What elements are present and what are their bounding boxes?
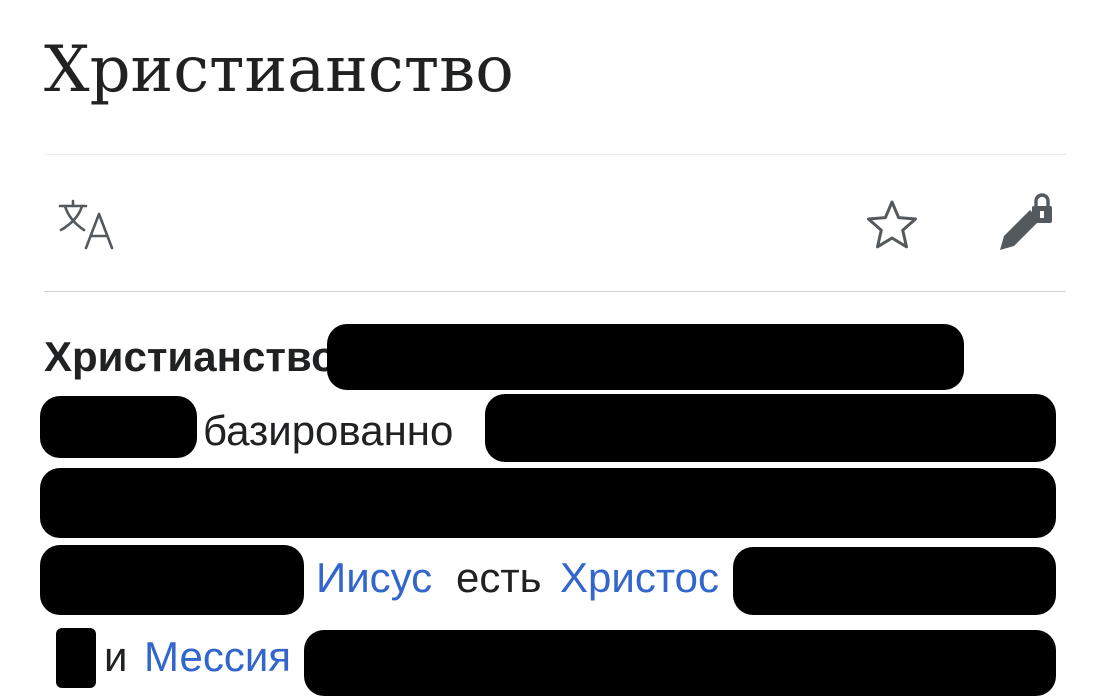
text-based: базированно	[203, 407, 454, 454]
article-subject: Христианство	[44, 333, 337, 380]
link-messiah[interactable]: Мессия	[144, 632, 291, 682]
redaction-block	[327, 324, 964, 390]
text-is: есть	[456, 554, 542, 601]
link-christ[interactable]: Христос	[560, 553, 719, 603]
redaction-block	[40, 468, 1056, 538]
lead-line-2: базированно	[0, 394, 1105, 464]
redaction-block	[733, 547, 1056, 615]
title-divider	[44, 154, 1066, 155]
toolbar-divider	[44, 291, 1066, 292]
edit-lock-icon[interactable]	[996, 192, 1058, 254]
redaction-block	[40, 396, 197, 458]
lead-line-5: и Мессия	[0, 624, 1105, 696]
page-title: Христианство	[44, 33, 514, 107]
text-and: и	[104, 633, 128, 680]
lead-line-1: Христианство	[0, 322, 1105, 392]
translate-icon[interactable]	[56, 196, 120, 252]
redaction-block	[485, 394, 1056, 462]
link-jesus[interactable]: Иисус	[316, 553, 432, 603]
star-icon[interactable]	[864, 198, 920, 252]
redaction-block	[304, 630, 1056, 696]
redaction-block	[56, 628, 96, 688]
redaction-block	[40, 545, 304, 615]
lead-line-4: Иисус есть Христос	[0, 545, 1105, 615]
lead-line-3	[0, 466, 1105, 538]
